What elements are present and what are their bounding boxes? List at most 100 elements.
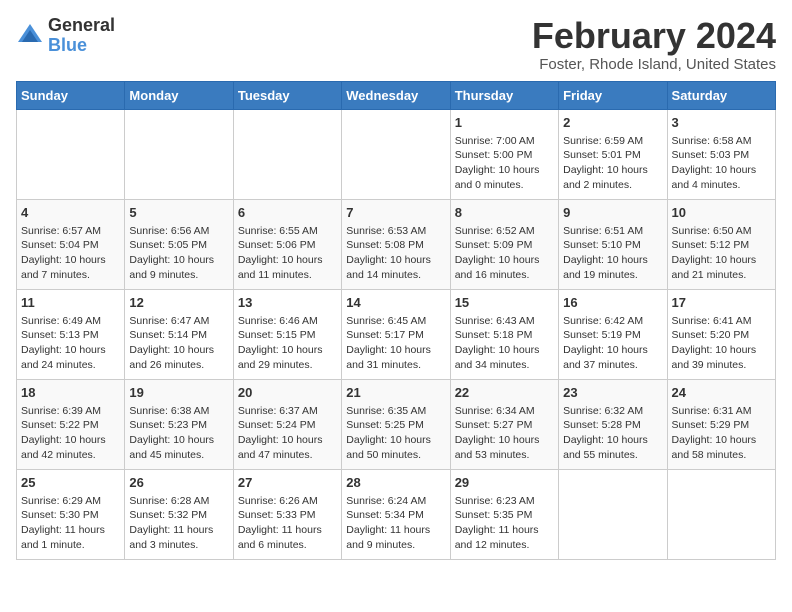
calendar-cell: 14 Sunrise: 6:45 AM Sunset: 5:17 PM Dayli… xyxy=(342,289,450,379)
calendar-cell: 9Sunrise: 6:51 AM Sunset: 5:10 PM Daylig… xyxy=(559,199,667,289)
calendar-cell xyxy=(667,469,775,559)
day-number: 20 xyxy=(238,384,337,402)
day-number: 1 xyxy=(455,114,554,132)
calendar-week: 4 Sunrise: 6:57 AM Sunset: 5:04 PM Daylig… xyxy=(17,199,776,289)
day-number: 12 xyxy=(129,294,228,312)
calendar-cell xyxy=(342,109,450,199)
day-info: Sunrise: 6:58 AM Sunset: 5:03 PM Dayligh… xyxy=(672,134,771,193)
logo-general: General xyxy=(48,16,115,36)
weekday-header: Sunday xyxy=(17,81,125,109)
day-number: 29 xyxy=(455,474,554,492)
calendar-cell: 27 Sunrise: 6:26 AM Sunset: 5:33 PM Dayli… xyxy=(233,469,341,559)
day-number: 19 xyxy=(129,384,228,402)
calendar-cell: 5 Sunrise: 6:56 AM Sunset: 5:05 PM Daylig… xyxy=(125,199,233,289)
day-info: Sunrise: 6:29 AM Sunset: 5:30 PM Dayligh… xyxy=(21,494,120,553)
day-info: Sunrise: 6:52 AM Sunset: 5:09 PM Dayligh… xyxy=(455,224,554,283)
calendar-cell: 23 Sunrise: 6:32 AM Sunset: 5:28 PM Dayli… xyxy=(559,379,667,469)
day-number: 8 xyxy=(455,204,554,222)
weekday-header: Thursday xyxy=(450,81,558,109)
day-info: Sunrise: 6:24 AM Sunset: 5:34 PM Dayligh… xyxy=(346,494,445,553)
day-info: Sunrise: 6:47 AM Sunset: 5:14 PM Dayligh… xyxy=(129,314,228,373)
day-info: Sunrise: 6:57 AM Sunset: 5:04 PM Dayligh… xyxy=(21,224,120,283)
day-number: 27 xyxy=(238,474,337,492)
calendar-cell: 12 Sunrise: 6:47 AM Sunset: 5:14 PM Dayli… xyxy=(125,289,233,379)
calendar-cell: 29Sunrise: 6:23 AM Sunset: 5:35 PM Dayli… xyxy=(450,469,558,559)
weekday-header: Monday xyxy=(125,81,233,109)
calendar-cell: 16Sunrise: 6:42 AM Sunset: 5:19 PM Dayli… xyxy=(559,289,667,379)
day-info: Sunrise: 6:55 AM Sunset: 5:06 PM Dayligh… xyxy=(238,224,337,283)
day-info: Sunrise: 6:32 AM Sunset: 5:28 PM Dayligh… xyxy=(563,404,662,463)
subtitle: Foster, Rhode Island, United States xyxy=(532,56,776,73)
day-number: 22 xyxy=(455,384,554,402)
calendar-cell: 26 Sunrise: 6:28 AM Sunset: 5:32 PM Dayli… xyxy=(125,469,233,559)
calendar-cell: 20 Sunrise: 6:37 AM Sunset: 5:24 PM Dayli… xyxy=(233,379,341,469)
calendar-cell: 19 Sunrise: 6:38 AM Sunset: 5:23 PM Dayli… xyxy=(125,379,233,469)
day-number: 5 xyxy=(129,204,228,222)
day-info: Sunrise: 6:37 AM Sunset: 5:24 PM Dayligh… xyxy=(238,404,337,463)
calendar-cell: 7Sunrise: 6:53 AM Sunset: 5:08 PM Daylig… xyxy=(342,199,450,289)
calendar-cell xyxy=(17,109,125,199)
day-info: Sunrise: 6:49 AM Sunset: 5:13 PM Dayligh… xyxy=(21,314,120,373)
day-number: 13 xyxy=(238,294,337,312)
calendar-cell: 6 Sunrise: 6:55 AM Sunset: 5:06 PM Daylig… xyxy=(233,199,341,289)
calendar-cell: 21 Sunrise: 6:35 AM Sunset: 5:25 PM Dayli… xyxy=(342,379,450,469)
calendar-cell: 15Sunrise: 6:43 AM Sunset: 5:18 PM Dayli… xyxy=(450,289,558,379)
calendar-week: 11 Sunrise: 6:49 AM Sunset: 5:13 PM Dayli… xyxy=(17,289,776,379)
calendar-cell: 11 Sunrise: 6:49 AM Sunset: 5:13 PM Dayli… xyxy=(17,289,125,379)
calendar-cell: 24Sunrise: 6:31 AM Sunset: 5:29 PM Dayli… xyxy=(667,379,775,469)
day-number: 4 xyxy=(21,204,120,222)
day-number: 11 xyxy=(21,294,120,312)
day-info: Sunrise: 6:50 AM Sunset: 5:12 PM Dayligh… xyxy=(672,224,771,283)
day-number: 17 xyxy=(672,294,771,312)
day-number: 10 xyxy=(672,204,771,222)
logo: General Blue xyxy=(16,16,115,56)
day-info: Sunrise: 6:38 AM Sunset: 5:23 PM Dayligh… xyxy=(129,404,228,463)
calendar-cell xyxy=(559,469,667,559)
day-number: 9 xyxy=(563,204,662,222)
day-info: Sunrise: 6:46 AM Sunset: 5:15 PM Dayligh… xyxy=(238,314,337,373)
day-number: 3 xyxy=(672,114,771,132)
day-info: Sunrise: 6:43 AM Sunset: 5:18 PM Dayligh… xyxy=(455,314,554,373)
day-number: 14 xyxy=(346,294,445,312)
weekday-header: Saturday xyxy=(667,81,775,109)
day-number: 23 xyxy=(563,384,662,402)
calendar-cell xyxy=(125,109,233,199)
calendar-week: 25 Sunrise: 6:29 AM Sunset: 5:30 PM Dayli… xyxy=(17,469,776,559)
calendar-body: 1Sunrise: 7:00 AM Sunset: 5:00 PM Daylig… xyxy=(17,109,776,559)
calendar-cell: 13 Sunrise: 6:46 AM Sunset: 5:15 PM Dayli… xyxy=(233,289,341,379)
calendar-cell: 4 Sunrise: 6:57 AM Sunset: 5:04 PM Daylig… xyxy=(17,199,125,289)
day-info: Sunrise: 6:45 AM Sunset: 5:17 PM Dayligh… xyxy=(346,314,445,373)
day-number: 26 xyxy=(129,474,228,492)
day-number: 6 xyxy=(238,204,337,222)
day-number: 7 xyxy=(346,204,445,222)
day-info: Sunrise: 6:41 AM Sunset: 5:20 PM Dayligh… xyxy=(672,314,771,373)
logo-icon xyxy=(16,22,44,50)
weekday-header: Tuesday xyxy=(233,81,341,109)
calendar-cell: 10 Sunrise: 6:50 AM Sunset: 5:12 PM Dayli… xyxy=(667,199,775,289)
calendar-cell: 17 Sunrise: 6:41 AM Sunset: 5:20 PM Dayli… xyxy=(667,289,775,379)
logo-blue: Blue xyxy=(48,36,115,56)
weekday-header: Wednesday xyxy=(342,81,450,109)
calendar-cell: 18 Sunrise: 6:39 AM Sunset: 5:22 PM Dayli… xyxy=(17,379,125,469)
day-number: 25 xyxy=(21,474,120,492)
day-number: 24 xyxy=(672,384,771,402)
title-block: February 2024 Foster, Rhode Island, Unit… xyxy=(532,16,776,73)
calendar-header: SundayMondayTuesdayWednesdayThursdayFrid… xyxy=(17,81,776,109)
calendar-cell: 8 Sunrise: 6:52 AM Sunset: 5:09 PM Daylig… xyxy=(450,199,558,289)
day-info: Sunrise: 6:56 AM Sunset: 5:05 PM Dayligh… xyxy=(129,224,228,283)
day-info: Sunrise: 6:39 AM Sunset: 5:22 PM Dayligh… xyxy=(21,404,120,463)
calendar-cell: 2Sunrise: 6:59 AM Sunset: 5:01 PM Daylig… xyxy=(559,109,667,199)
day-info: Sunrise: 6:26 AM Sunset: 5:33 PM Dayligh… xyxy=(238,494,337,553)
logo-text: General Blue xyxy=(48,16,115,56)
day-info: Sunrise: 6:35 AM Sunset: 5:25 PM Dayligh… xyxy=(346,404,445,463)
calendar-cell: 25 Sunrise: 6:29 AM Sunset: 5:30 PM Dayli… xyxy=(17,469,125,559)
calendar-week: 18 Sunrise: 6:39 AM Sunset: 5:22 PM Dayli… xyxy=(17,379,776,469)
day-info: Sunrise: 6:59 AM Sunset: 5:01 PM Dayligh… xyxy=(563,134,662,193)
day-number: 21 xyxy=(346,384,445,402)
calendar-cell: 1Sunrise: 7:00 AM Sunset: 5:00 PM Daylig… xyxy=(450,109,558,199)
day-number: 18 xyxy=(21,384,120,402)
day-info: Sunrise: 6:28 AM Sunset: 5:32 PM Dayligh… xyxy=(129,494,228,553)
main-title: February 2024 xyxy=(532,16,776,56)
calendar-cell: 3 Sunrise: 6:58 AM Sunset: 5:03 PM Daylig… xyxy=(667,109,775,199)
weekday-row: SundayMondayTuesdayWednesdayThursdayFrid… xyxy=(17,81,776,109)
